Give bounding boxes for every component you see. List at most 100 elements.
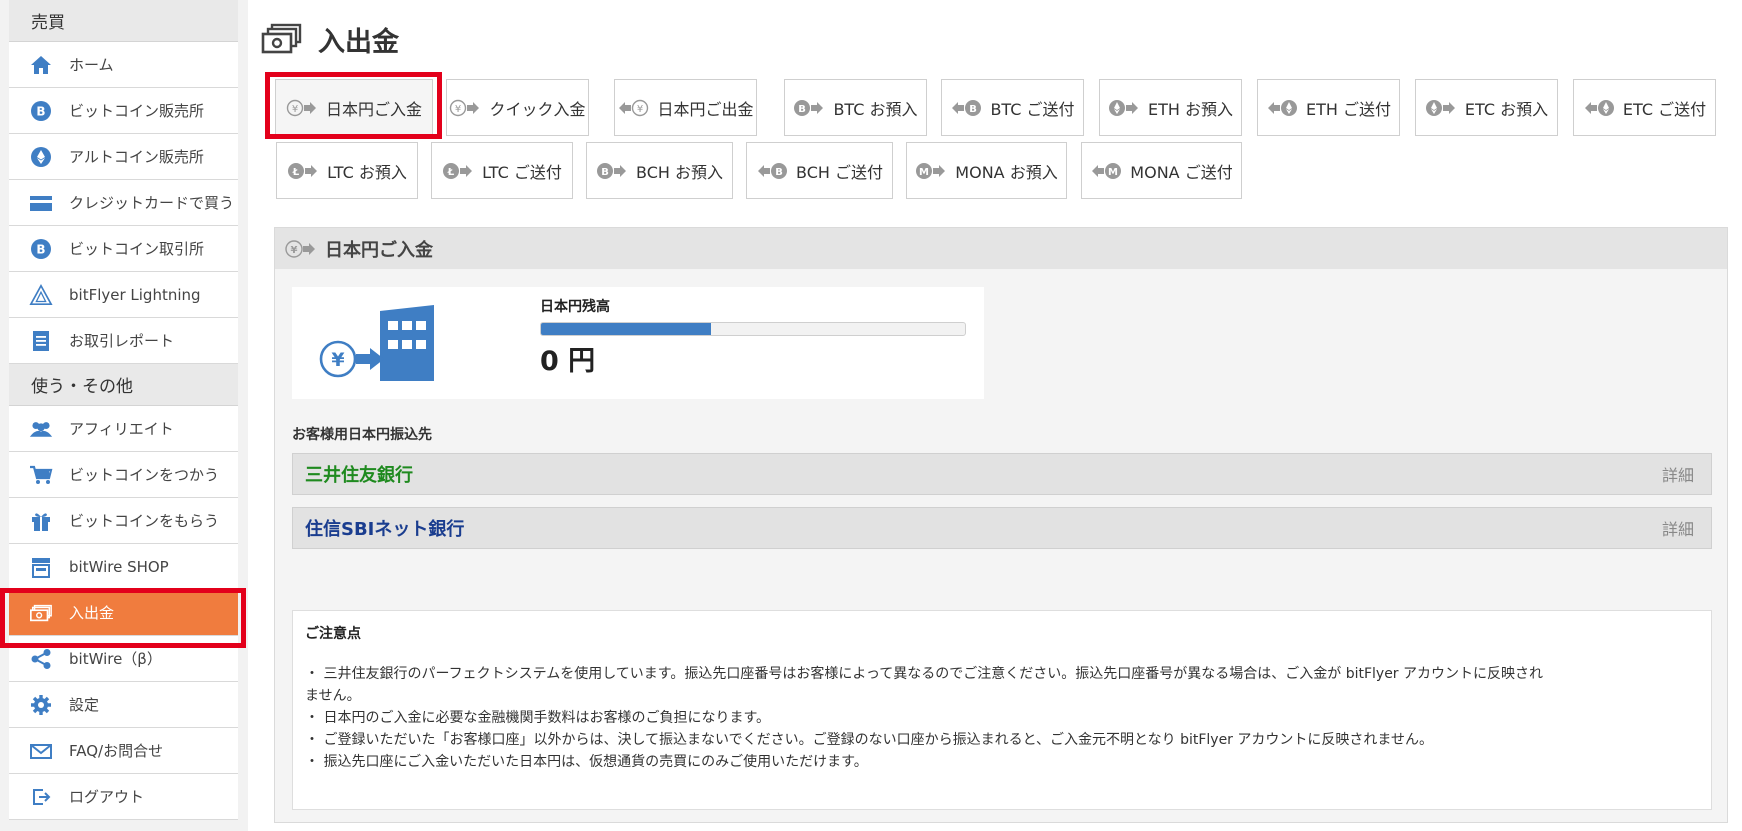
sidebar-item-faq[interactable]: FAQ/お問合せ xyxy=(9,728,238,774)
sidebar-item-altcoin-shop[interactable]: アルトコイン販売所 xyxy=(9,134,238,180)
tab-label: BTC お預入 xyxy=(833,99,918,119)
svg-text:Ł: Ł xyxy=(292,167,300,178)
bank-section-label: お客様用日本円振込先 xyxy=(292,427,432,443)
sidebar-item-label: bitWire（β） xyxy=(69,650,162,668)
tab-btc-deposit[interactable]: B BTC お預入 xyxy=(784,79,927,136)
arrow-coin-icon xyxy=(1583,99,1615,117)
notes-box: ご注意点 ・ 三井住友銀行のパーフェクトシステムを使用しています。振込先口座番号… xyxy=(292,610,1712,810)
note-line: ません。 xyxy=(305,688,361,704)
arrow-coin-icon: B xyxy=(950,99,982,117)
tab-label: BCH ご送付 xyxy=(796,162,883,182)
credit-card-icon xyxy=(29,191,53,215)
tab-ltc-send[interactable]: Ł LTC ご送付 xyxy=(431,142,573,199)
sidebar-item-bitcoin-exchange[interactable]: B ビットコイン取引所 xyxy=(9,226,238,272)
selected-tab-highlight-frame xyxy=(265,72,442,139)
sidebar-item-settings[interactable]: 設定 xyxy=(9,682,238,728)
sidebar-item-bitcoin-shop[interactable]: B ビットコイン販売所 xyxy=(9,88,238,134)
sidebar-item-lightning[interactable]: bitFlyer Lightning xyxy=(9,272,238,318)
lightning-triangle-icon xyxy=(29,283,53,307)
note-line: ・ 日本円のご入金に必要な金融機関手数料はお客様のご負担になります。 xyxy=(305,710,771,726)
yen-arrow-icon: ¥ xyxy=(285,239,317,259)
tab-jpy-withdraw[interactable]: ¥ 日本円ご出金 xyxy=(614,79,757,136)
note-line: ・ ご登録いただいた「お客様口座」以外からは、決して振込まないでください。ご登録… xyxy=(305,732,1433,748)
shop-icon xyxy=(29,555,53,579)
sidebar-item-bitwire-shop[interactable]: bitWire SHOP xyxy=(9,544,238,590)
share-icon xyxy=(29,647,53,671)
arrow-coin-icon: B xyxy=(756,162,788,180)
bank-row-sbi[interactable]: 住信SBIネット銀行 詳細 xyxy=(292,507,1712,549)
tab-label: ETC お預入 xyxy=(1464,99,1549,119)
tab-label: ETH お預入 xyxy=(1147,99,1233,119)
sidebar-item-get-bitcoin[interactable]: ビットコインをもらう xyxy=(9,498,238,544)
sidebar-item-affiliate[interactable]: アフィリエイト xyxy=(9,406,238,452)
tab-label: クイック入金 xyxy=(489,99,586,119)
sidebar-item-label: ホーム xyxy=(69,56,114,74)
arrow-yen-icon: ¥ xyxy=(617,99,649,117)
tab-mona-deposit[interactable]: M MONA お預入 xyxy=(906,142,1067,199)
svg-text:¥: ¥ xyxy=(637,104,643,115)
sidebar-item-report[interactable]: お取引レポート xyxy=(9,318,238,364)
tab-bch-deposit[interactable]: B BCH お預入 xyxy=(586,142,733,199)
svg-text:M: M xyxy=(919,167,929,178)
tab-ltc-deposit[interactable]: Ł LTC お預入 xyxy=(276,142,418,199)
gift-icon xyxy=(29,509,53,533)
page-title-text: 入出金 xyxy=(318,27,399,58)
users-icon xyxy=(29,417,53,441)
home-icon xyxy=(29,53,53,77)
sidebar-item-label: ビットコインをもらう xyxy=(69,512,220,530)
sidebar-item-use-bitcoin[interactable]: ビットコインをつかう xyxy=(9,452,238,498)
tab-label: LTC ご送付 xyxy=(482,162,562,182)
arrow-coin-icon: M xyxy=(1090,162,1122,180)
svg-text:B: B xyxy=(601,167,609,178)
tab-label: BTC ご送付 xyxy=(990,99,1075,119)
bank-detail-link[interactable]: 詳細 xyxy=(1662,516,1694,540)
tab-label: ETH ご送付 xyxy=(1305,99,1391,119)
coin-arrow-icon: Ł xyxy=(442,162,474,180)
sidebar-item-label: 設定 xyxy=(69,696,100,714)
jpy-deposit-panel: ¥ 日本円ご入金 ¥ 日本円残高 0 円 お客様用日本円振込先 三井住友銀行 詳… xyxy=(274,227,1728,823)
sidebar-item-logout[interactable]: ログアウト xyxy=(9,774,238,820)
bank-detail-link[interactable]: 詳細 xyxy=(1662,462,1694,486)
sidebar-item-label: アフィリエイト xyxy=(69,420,174,438)
sidebar: 売買 ホーム B ビットコイン販売所 アルトコイン販売所 クレジットカードで買う… xyxy=(0,0,248,831)
tab-label: MONA お預入 xyxy=(955,162,1058,182)
tab-btc-send[interactable]: B BTC ご送付 xyxy=(941,79,1084,136)
sidebar-item-label: ビットコイン取引所 xyxy=(69,240,205,258)
svg-text:B: B xyxy=(36,104,45,118)
coin-arrow-icon: B xyxy=(793,99,825,117)
bank-name: 三井住友銀行 xyxy=(305,465,413,486)
main-content: 入出金 ¥ 日本円ご入金 ¥ クイック入金 ¥ 日本円ご出金 B BTC お預入… xyxy=(248,0,1742,831)
sidebar-item-label: FAQ/お問合せ xyxy=(69,742,164,760)
tab-label: BCH お預入 xyxy=(636,162,723,182)
sidebar-item-label: お取引レポート xyxy=(69,332,175,350)
report-icon xyxy=(29,329,53,353)
sidebar-item-label: ビットコインをつかう xyxy=(69,466,220,484)
tab-eth-deposit[interactable]: ETH お預入 xyxy=(1099,79,1242,136)
balance-amount: 0 円 xyxy=(540,346,596,377)
tab-label: MONA ご送付 xyxy=(1130,162,1233,182)
tab-label: LTC お預入 xyxy=(327,162,407,182)
svg-text:M: M xyxy=(1108,167,1118,178)
coin-arrow-icon: Ł xyxy=(287,162,319,180)
sidebar-item-credit-card[interactable]: クレジットカードで買う xyxy=(9,180,238,226)
bank-deposit-icon: ¥ xyxy=(319,305,434,381)
sidebar-item-label: アルトコイン販売所 xyxy=(69,148,204,166)
tab-quick-deposit[interactable]: ¥ クイック入金 xyxy=(446,79,589,136)
sidebar-item-label: クレジットカードで買う xyxy=(69,194,235,212)
tab-etc-deposit[interactable]: ETC お預入 xyxy=(1415,79,1558,136)
tab-mona-send[interactable]: M MONA ご送付 xyxy=(1081,142,1242,199)
coin-arrow-icon xyxy=(1108,99,1140,117)
tab-etc-send[interactable]: ETC ご送付 xyxy=(1573,79,1716,136)
note-line: ・ 振込先口座にご入金いただいた日本円は、仮想通貨の売買にのみご使用いただけます… xyxy=(305,754,868,770)
sidebar-item-home[interactable]: ホーム xyxy=(9,42,238,88)
balance-box: ¥ 日本円残高 0 円 xyxy=(292,287,984,399)
coin-arrow-icon xyxy=(1425,99,1457,117)
bank-name: 住信SBIネット銀行 xyxy=(305,519,465,540)
tab-eth-send[interactable]: ETH ご送付 xyxy=(1257,79,1400,136)
sidebar-section-trade: 売買 xyxy=(9,0,238,42)
balance-progress-fill xyxy=(541,323,711,335)
mail-icon xyxy=(29,739,53,763)
sidebar-item-label: ビットコイン販売所 xyxy=(69,102,205,120)
bank-row-smbc[interactable]: 三井住友銀行 詳細 xyxy=(292,453,1712,495)
tab-bch-send[interactable]: B BCH ご送付 xyxy=(746,142,893,199)
